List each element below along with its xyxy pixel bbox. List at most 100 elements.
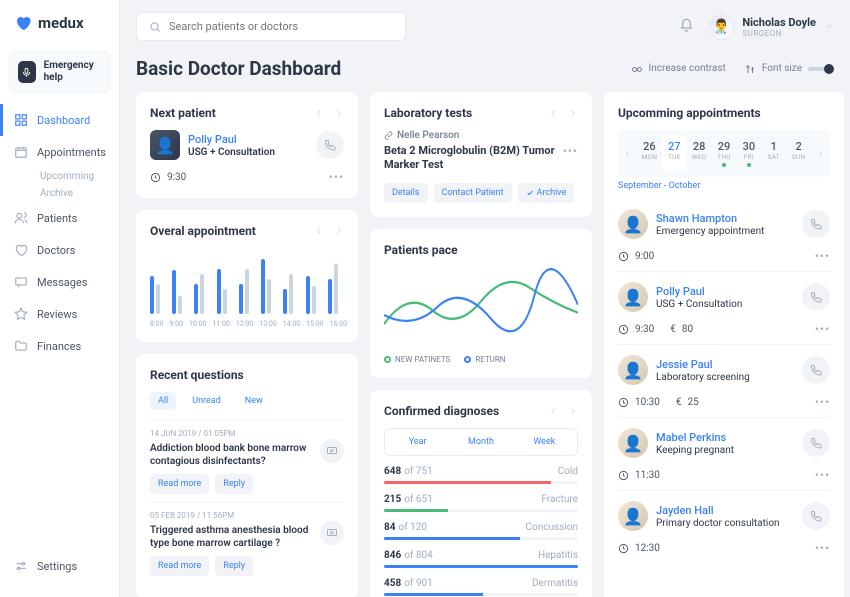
settings-link[interactable]: Settings xyxy=(0,549,119,583)
star-icon xyxy=(14,307,28,321)
chevron-left-icon[interactable] xyxy=(548,108,558,118)
message-icon[interactable] xyxy=(320,439,344,463)
diagnosis-row: 846 of 804Hepatitis xyxy=(384,550,578,568)
font-slider[interactable] xyxy=(808,67,834,71)
patient-avatar: 👤 xyxy=(618,501,648,531)
next-patient-card: Next patient 👤 Polly Paul USG + Consulta… xyxy=(136,92,358,198)
filter-all[interactable]: All xyxy=(150,392,176,410)
patient-avatar: 👤 xyxy=(618,428,648,458)
nav-item-patients[interactable]: Patients xyxy=(0,202,119,234)
chevron-right-icon[interactable] xyxy=(568,406,578,416)
chevron-left-icon[interactable] xyxy=(314,108,324,118)
more-button[interactable]: ••• xyxy=(815,541,830,555)
mic-icon xyxy=(18,61,36,83)
filter-new[interactable]: New xyxy=(237,392,271,410)
cal-day[interactable]: 30FRI xyxy=(736,136,761,171)
nav-item-messages[interactable]: Messages xyxy=(0,266,119,298)
line-chart xyxy=(384,267,578,347)
cal-next[interactable] xyxy=(813,147,828,161)
reply-button[interactable]: Reply xyxy=(215,556,253,576)
call-button[interactable] xyxy=(316,131,344,159)
cal-day[interactable]: 1SAT xyxy=(761,136,786,171)
chevron-right-icon[interactable] xyxy=(334,108,344,118)
patient-avatar: 👤 xyxy=(618,209,648,239)
appointment-item: 👤Shawn HamptonEmergency appointment9:00•… xyxy=(618,199,830,271)
chevron-down-icon xyxy=(824,20,834,34)
more-button[interactable]: ••• xyxy=(815,468,830,482)
contrast-toggle[interactable]: Increase contrast xyxy=(631,63,726,75)
tab-year[interactable]: Year xyxy=(388,432,447,452)
chevron-left-icon[interactable] xyxy=(548,406,558,416)
more-button[interactable]: ••• xyxy=(815,249,830,263)
nav-item-reviews[interactable]: Reviews xyxy=(0,298,119,330)
cal-prev[interactable] xyxy=(620,147,635,161)
cal-day[interactable]: 26MON xyxy=(637,136,662,171)
contact-button[interactable]: Contact Patient xyxy=(434,183,512,203)
patient-name[interactable]: Polly Paul xyxy=(188,133,308,146)
chevron-right-icon[interactable] xyxy=(334,226,344,236)
profile-menu[interactable]: 👨‍⚕️ Nicholas Doyle SURGEON xyxy=(708,14,834,40)
logo[interactable]: medux xyxy=(0,14,119,46)
appt-name[interactable]: Jessie Paul xyxy=(656,358,794,371)
call-button[interactable] xyxy=(802,210,830,238)
tab-month[interactable]: Month xyxy=(451,432,510,452)
call-button[interactable] xyxy=(802,429,830,457)
bell-icon[interactable] xyxy=(679,18,694,36)
details-button[interactable]: Details xyxy=(384,183,428,203)
nav-sub-upcomming[interactable]: Upcomming xyxy=(0,168,119,185)
question-item: 14 JUN 2019 / 01:05PMAddiction blood ban… xyxy=(150,420,344,502)
sliders-icon xyxy=(14,559,28,573)
call-button[interactable] xyxy=(802,283,830,311)
read-more-button[interactable]: Read more xyxy=(150,474,209,494)
overall-appointment-card: Overal appointment 8:009:0010:0011:0012:… xyxy=(136,210,358,342)
message-icon[interactable] xyxy=(320,521,344,545)
nav-item-dashboard[interactable]: Dashboard xyxy=(0,104,119,136)
archive-button[interactable]: Archive xyxy=(518,183,575,203)
more-button[interactable]: ••• xyxy=(329,170,344,184)
cal-day[interactable]: 27TUE xyxy=(662,136,687,171)
calendar-strip: 26MON27TUE28WED29THU30FRI1SAT2SUN xyxy=(618,130,830,177)
appt-name[interactable]: Jayden Hall xyxy=(656,504,794,517)
appointment-item: 👤Polly PaulUSG + Consultation9:30€80••• xyxy=(618,271,830,344)
emergency-help[interactable]: Emergency help xyxy=(8,50,111,94)
clock-icon xyxy=(150,172,161,183)
nav: DashboardAppointmentsUpcommingArchivePat… xyxy=(0,104,119,549)
appt-name[interactable]: Shawn Hampton xyxy=(656,212,794,225)
lab-tests-card: Laboratory tests Nelle Pearson Beta 2 Mi… xyxy=(370,92,592,217)
appt-name[interactable]: Polly Paul xyxy=(656,285,794,298)
recent-questions-card: Recent questions AllUnreadNew 14 JUN 201… xyxy=(136,354,358,597)
check-icon xyxy=(526,189,534,197)
appointment-item: 👤Jessie PaulLaboratory screening10:30€25… xyxy=(618,344,830,417)
cal-day[interactable]: 2SUN xyxy=(786,136,811,171)
read-more-button[interactable]: Read more xyxy=(150,556,209,576)
cal-day[interactable]: 29THU xyxy=(712,136,737,171)
diagnoses-card: Confirmed diagnoses YearMonthWeek 648 of… xyxy=(370,390,592,597)
tab-week[interactable]: Week xyxy=(515,432,574,452)
filter-unread[interactable]: Unread xyxy=(184,392,229,410)
call-button[interactable] xyxy=(802,356,830,384)
more-button[interactable]: ••• xyxy=(815,322,830,336)
link-icon xyxy=(384,131,393,140)
lab-patient-name[interactable]: Nelle Pearson xyxy=(384,130,578,141)
font-size-control[interactable]: Font size xyxy=(744,63,834,75)
chevron-left-icon[interactable] xyxy=(314,226,324,236)
more-button[interactable]: ••• xyxy=(563,144,578,158)
appt-name[interactable]: Mabel Perkins xyxy=(656,431,794,444)
call-button[interactable] xyxy=(802,502,830,530)
emergency-label: Emergency help xyxy=(44,60,101,84)
appointment-item: 👤Mabel PerkinsKeeping pregnant11:30••• xyxy=(618,417,830,490)
nav-item-finances[interactable]: Finances xyxy=(0,330,119,362)
diagnosis-row: 458 of 901Dermatitis xyxy=(384,578,578,596)
logo-text: medux xyxy=(38,14,84,32)
nav-sub-archive[interactable]: Archive xyxy=(0,185,119,202)
patient-avatar: 👤 xyxy=(618,282,648,312)
nav-item-doctors[interactable]: Doctors xyxy=(0,234,119,266)
heart-icon xyxy=(14,243,28,257)
cal-day[interactable]: 28WED xyxy=(687,136,712,171)
chevron-right-icon[interactable] xyxy=(568,108,578,118)
search-input[interactable] xyxy=(136,12,406,41)
more-button[interactable]: ••• xyxy=(815,395,830,409)
question-item: 05 FEB 2019 / 11:56PMTriggered asthma an… xyxy=(150,502,344,584)
nav-item-appointments[interactable]: Appointments xyxy=(0,136,119,168)
reply-button[interactable]: Reply xyxy=(215,474,253,494)
